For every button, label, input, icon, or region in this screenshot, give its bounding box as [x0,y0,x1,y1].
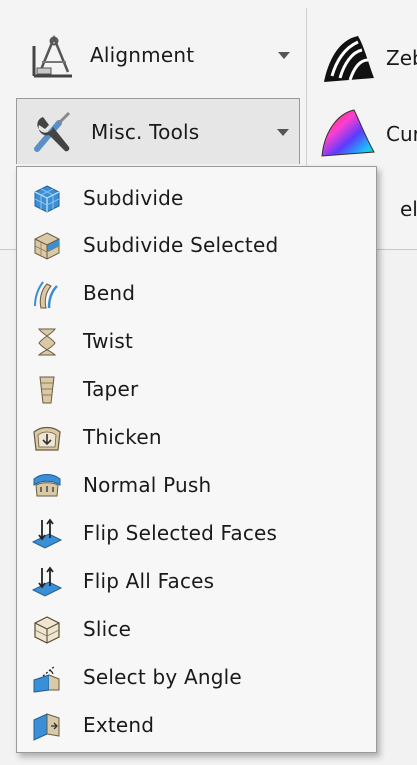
menu-item-label: Normal Push [83,473,212,497]
chevron-down-icon [277,129,289,136]
alignment-dropdown-button[interactable]: Alignment [16,22,300,88]
menu-item-bend[interactable]: Bend [21,270,372,316]
alignment-label: Alignment [90,43,195,67]
curvature-button[interactable]: Cur [318,104,417,164]
menu-item-label: Flip Selected Faces [83,521,278,545]
taper-icon [39,376,55,404]
zebra-stripes-icon [324,36,374,82]
curvature-icon [321,109,375,157]
menu-item-thicken[interactable]: Thicken [21,414,372,460]
menu-item-label: Select by Angle [83,665,242,689]
thicken-icon [33,426,61,451]
flip-selected-faces-icon [31,518,63,549]
menu-item-label: Slice [83,617,132,641]
misc-tools-dropdown-button[interactable]: Misc. Tools [16,98,300,164]
select-by-angle-icon [33,665,60,693]
curvature-label: Cur [386,122,417,146]
menu-item-label: Thicken [83,425,162,449]
twist-icon [37,328,57,356]
menu-item-normal-push[interactable]: Normal Push [21,462,372,508]
alignment-icon [32,34,72,78]
menu-item-subdivide[interactable]: Subdivide [21,175,372,221]
menu-item-taper[interactable]: Taper [21,366,372,412]
ribbon-partial-label: el [400,197,417,221]
normal-push-icon [33,474,61,497]
menu-item-label: Taper [83,377,139,401]
extend-icon [33,713,60,741]
slice-icon [34,616,60,644]
menu-item-extend[interactable]: Extend [21,702,372,748]
menu-item-label: Twist [83,329,134,353]
zebra-label: Zeb [386,46,417,70]
wrench-screwdriver-icon [34,111,71,152]
menu-item-select-by-angle[interactable]: Select by Angle [21,654,372,700]
misc-tools-label: Misc. Tools [91,120,200,144]
menu-item-subdivide-selected[interactable]: Subdivide Selected [21,222,372,268]
menu-item-flip-selected-faces[interactable]: Flip Selected Faces [21,510,372,556]
bend-icon [34,281,58,309]
misc-tools-dropdown-menu: Subdivide Subdivide Selected Bend Twist … [16,166,377,753]
menu-item-label: Subdivide [83,186,184,210]
zebra-button[interactable]: Zeb [318,28,417,88]
menu-item-label: Extend [83,713,155,737]
subdivide-selected-icon [34,232,60,260]
flip-all-faces-icon [31,566,63,597]
menu-item-label: Subdivide Selected [83,233,279,257]
menu-item-slice[interactable]: Slice [21,606,372,652]
menu-item-label: Flip All Faces [83,569,215,593]
subdivide-icon [34,185,60,213]
menu-item-flip-all-faces[interactable]: Flip All Faces [21,558,372,604]
ribbon-divider [306,8,307,183]
chevron-down-icon [278,52,290,59]
menu-item-label: Bend [83,281,136,305]
menu-item-twist[interactable]: Twist [21,318,372,364]
